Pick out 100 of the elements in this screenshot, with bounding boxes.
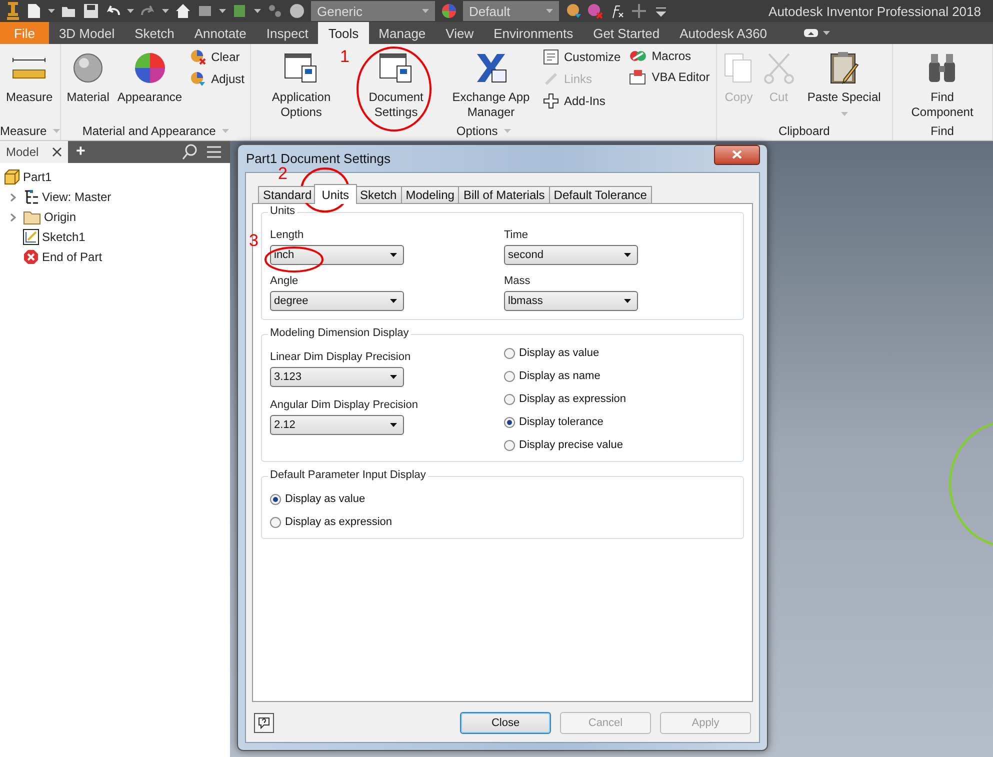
- view-tree-icon: [23, 189, 39, 205]
- close-icon[interactable]: [52, 147, 62, 157]
- dropdown[interactable]: 2.12: [270, 415, 404, 435]
- panel-title: Find: [930, 124, 954, 138]
- ribbon-small-button[interactable]: Macros: [626, 48, 712, 64]
- expand-chevron-icon[interactable]: [10, 192, 16, 202]
- radio-option[interactable]: Display as expression: [504, 391, 735, 407]
- dropdown[interactable]: degree: [270, 291, 404, 311]
- radio-button[interactable]: [504, 440, 515, 450]
- group-title: Units: [268, 205, 298, 217]
- tree-item[interactable]: View: Master: [42, 190, 112, 204]
- dialog-button[interactable]: Close: [460, 712, 551, 734]
- radio-button[interactable]: [504, 348, 515, 358]
- dialog-tab[interactable]: Bill of Materials: [458, 186, 550, 203]
- help-icon: [258, 717, 270, 729]
- ribbon-tab[interactable]: View: [436, 22, 484, 44]
- annotation-circle: [264, 246, 324, 273]
- expand-chevron-icon[interactable]: [10, 212, 16, 222]
- radio-option[interactable]: Display tolerance: [504, 414, 735, 430]
- ribbon-tool-button[interactable]: Appearance: [115, 48, 184, 122]
- ribbon-tool-button[interactable]: Material: [64, 48, 112, 122]
- color-wheel-icon: [132, 51, 167, 85]
- sphere-material-icon[interactable]: [289, 3, 305, 19]
- ribbon-tab[interactable]: 3D Model: [48, 22, 125, 44]
- ribbon-tool-button[interactable]: Paste Special: [800, 48, 888, 122]
- ribbon-tab[interactable]: Annotate: [184, 22, 256, 44]
- save-icon[interactable]: [83, 3, 99, 19]
- caret-icon: [48, 9, 55, 13]
- radio-button[interactable]: [504, 394, 515, 404]
- tree-item[interactable]: Part1: [23, 170, 52, 184]
- ribbon-tab[interactable]: Sketch: [124, 22, 184, 44]
- ribbon-tool-button[interactable]: Document Settings: [351, 48, 441, 122]
- ribbon-tab[interactable]: Tools: [318, 22, 369, 44]
- tree-item[interactable]: Sketch1: [42, 230, 86, 244]
- ribbon-tool-button[interactable]: Measure: [4, 48, 55, 122]
- caret-icon: [390, 423, 397, 427]
- tree-item[interactable]: End of Part: [42, 250, 102, 264]
- radio-option[interactable]: Display as value: [270, 491, 735, 507]
- radio-option[interactable]: Display as value: [504, 345, 735, 361]
- panel-title: Options: [456, 124, 498, 138]
- tree-item[interactable]: Origin: [44, 210, 76, 224]
- dialog-tab[interactable]: Modeling: [400, 186, 460, 203]
- ribbon-tool-button[interactable]: Exchange App Manager: [445, 48, 537, 122]
- home-icon[interactable]: [175, 3, 191, 19]
- radio-button[interactable]: [270, 516, 281, 528]
- search-icon[interactable]: [182, 144, 198, 160]
- caret-icon: [840, 112, 848, 116]
- panel-title: Clipboard: [778, 124, 830, 138]
- sketch-icon: [23, 229, 39, 245]
- ribbon-tool-button[interactable]: Find Component: [896, 48, 988, 122]
- color-wheel-icon[interactable]: [441, 3, 457, 19]
- dialog-tab[interactable]: Standard: [258, 186, 317, 203]
- caret-icon: [624, 299, 631, 303]
- radio-button[interactable]: [504, 416, 515, 428]
- group-title: Default Parameter Input Display: [268, 469, 428, 481]
- close-button[interactable]: [714, 144, 760, 164]
- radio-button[interactable]: [270, 494, 281, 504]
- select-box-icon[interactable]: [232, 3, 248, 19]
- folder-icon: [23, 210, 41, 224]
- ribbon-tab[interactable]: Manage: [368, 22, 436, 44]
- plus-icon[interactable]: [631, 3, 647, 19]
- ribbon-small-button[interactable]: Add-Ins: [541, 92, 623, 110]
- app-logo-icon[interactable]: [6, 1, 20, 21]
- ribbon-tab[interactable]: Autodesk A360: [670, 22, 778, 44]
- annotation-number: 3: [249, 232, 258, 249]
- object-visibility-icon[interactable]: [267, 3, 283, 19]
- dialog-tab[interactable]: Default Tolerance: [548, 186, 652, 203]
- dropdown[interactable]: inch: [270, 245, 404, 265]
- ribbon-tab[interactable]: Environments: [484, 22, 584, 44]
- dialog-tab[interactable]: Units: [314, 184, 358, 204]
- menu-icon[interactable]: [206, 144, 222, 160]
- sphere-icon: [72, 52, 104, 84]
- ribbon-tab[interactable]: Inspect: [256, 22, 318, 44]
- dialog-tab[interactable]: Sketch: [355, 186, 402, 203]
- clear-color-icon[interactable]: [587, 3, 603, 19]
- new-file-icon[interactable]: [26, 3, 42, 19]
- ribbon-small-button[interactable]: Customize: [541, 48, 623, 66]
- radio-option[interactable]: Display precise value: [504, 437, 735, 453]
- dropdown-caret-icon: [504, 129, 511, 133]
- radio-option[interactable]: Display as expression: [270, 514, 735, 530]
- dropdown[interactable]: second: [504, 245, 638, 265]
- ribbon-tab[interactable]: Get Started: [583, 22, 670, 44]
- field-label: Linear Dim Display Precision: [270, 351, 411, 363]
- radio-option[interactable]: Display as name: [504, 368, 735, 384]
- clipboard-icon: [828, 51, 860, 85]
- model-tab[interactable]: Model: [0, 141, 68, 163]
- close-icon: [732, 150, 742, 159]
- ribbon-small-button[interactable]: Clear: [188, 48, 246, 66]
- error-icon: [23, 249, 39, 265]
- adjust-color-icon[interactable]: [565, 3, 581, 19]
- vba-editor-icon: [628, 69, 647, 85]
- ribbon-small-button[interactable]: VBA Editor: [626, 68, 712, 86]
- add-tab-button[interactable]: +: [76, 143, 86, 161]
- dropdown[interactable]: 3.123: [270, 367, 404, 387]
- panel-toggle-icon[interactable]: [803, 26, 820, 40]
- radio-button[interactable]: [504, 370, 515, 382]
- dropdown[interactable]: lbmass: [504, 291, 638, 311]
- ribbon-small-button[interactable]: Adjust: [188, 70, 246, 88]
- caret-icon: [219, 9, 226, 13]
- help-button[interactable]: [254, 713, 274, 733]
